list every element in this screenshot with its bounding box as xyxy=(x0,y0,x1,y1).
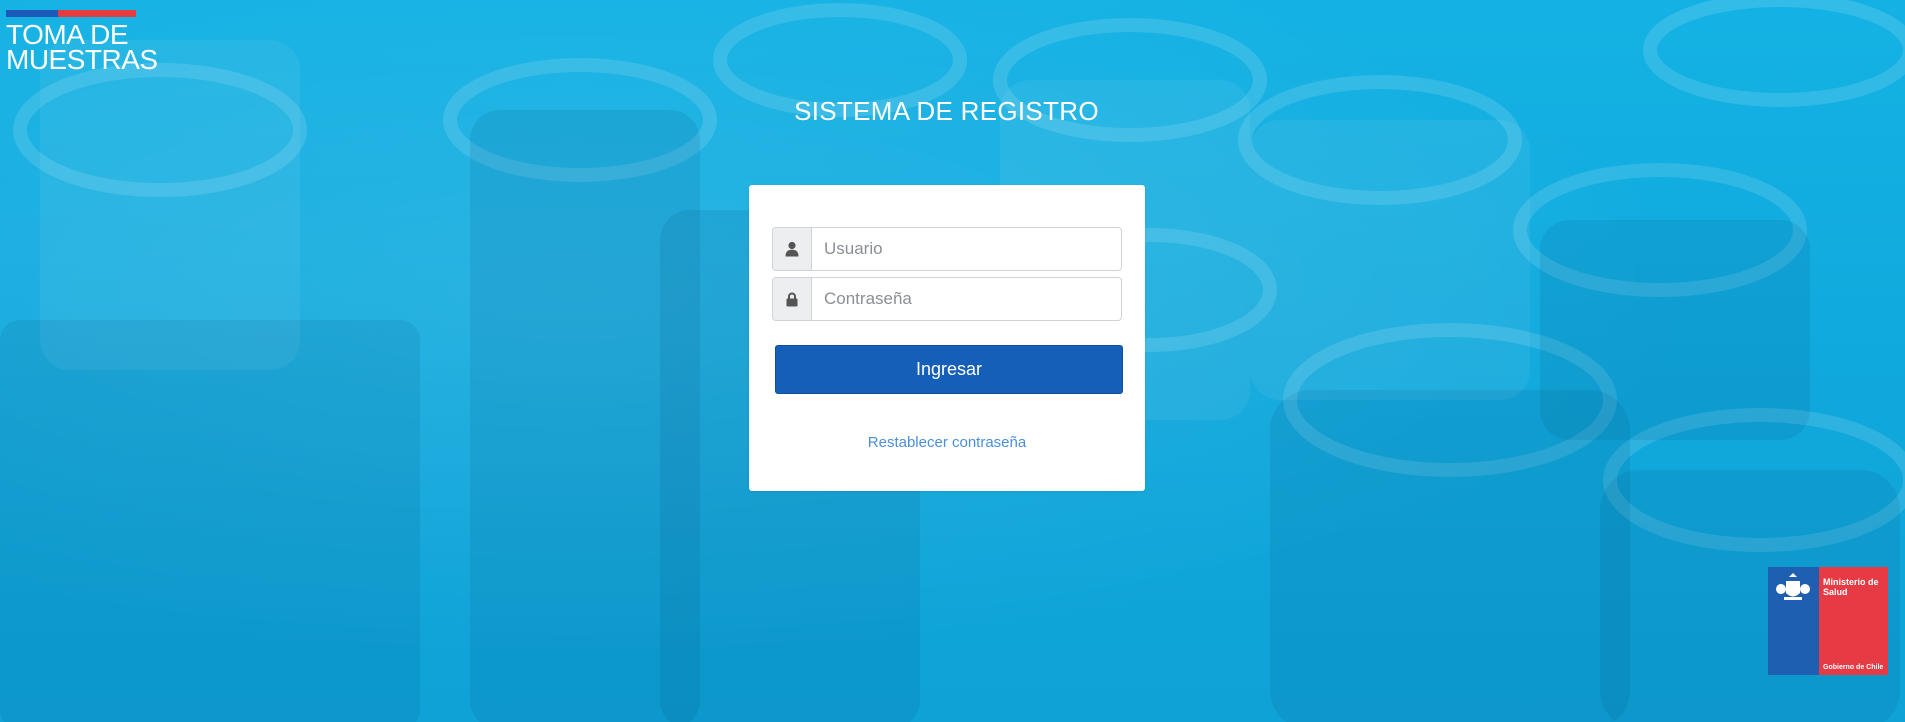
brand-color-bar xyxy=(6,10,136,17)
ministry-logo: Ministerio de Salud Gobierno de Chile xyxy=(1768,567,1888,675)
brand-name: TOMA DE MUESTRAS xyxy=(6,21,158,75)
password-input[interactable] xyxy=(812,278,1121,320)
user-icon xyxy=(773,228,812,270)
password-input-group xyxy=(772,277,1122,321)
brand-bar-red xyxy=(58,10,136,17)
ministry-name: Ministerio de Salud xyxy=(1823,577,1879,597)
reset-password-link[interactable]: Restablecer contraseña xyxy=(749,434,1145,451)
login-button[interactable]: Ingresar xyxy=(775,345,1123,394)
lock-icon xyxy=(773,278,812,320)
username-input[interactable] xyxy=(812,228,1121,270)
coat-of-arms-icon xyxy=(1776,573,1810,600)
login-card: Ingresar Restablecer contraseña xyxy=(749,185,1145,491)
brand-bar-blue xyxy=(6,10,58,17)
brand-logo: TOMA DE MUESTRAS xyxy=(6,10,158,75)
ministry-logo-red-panel: Ministerio de Salud Gobierno de Chile xyxy=(1819,567,1888,675)
ministry-logo-blue-panel xyxy=(1768,567,1819,675)
brand-name-line2: MUESTRAS xyxy=(6,44,158,75)
government-name: Gobierno de Chile xyxy=(1823,664,1884,671)
page-title: SISTEMA DE REGISTRO xyxy=(794,96,1099,126)
username-input-group xyxy=(772,227,1122,271)
